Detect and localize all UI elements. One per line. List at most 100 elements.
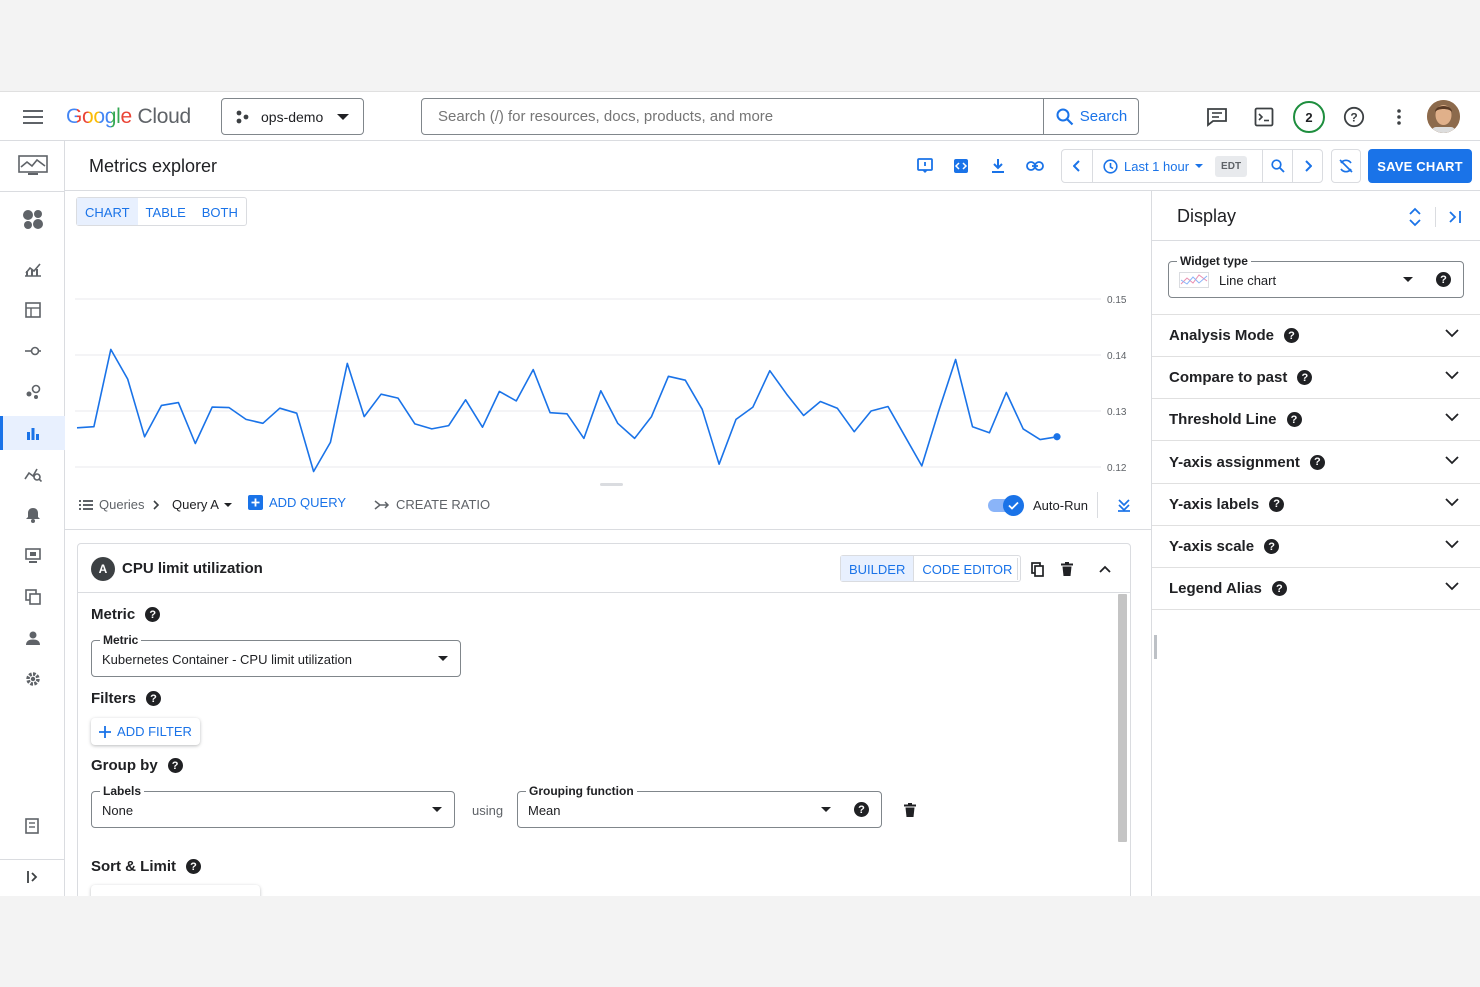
queries-breadcrumb[interactable]: Queries: [79, 497, 145, 512]
help-icon[interactable]: ?: [1269, 496, 1285, 512]
avatar[interactable]: [1427, 100, 1460, 133]
display-option-row[interactable]: Analysis Mode?: [1152, 315, 1480, 357]
project-selector[interactable]: ops-demo: [221, 98, 364, 135]
display-option-row[interactable]: Compare to past?: [1152, 357, 1480, 400]
explain-icon[interactable]: [913, 153, 937, 179]
chevron-down-icon: [337, 114, 349, 120]
settings-gear-icon[interactable]: [0, 662, 65, 696]
card-scrollbar[interactable]: [1118, 594, 1127, 842]
integrations-icon[interactable]: [0, 334, 65, 368]
dashboards-icon[interactable]: [0, 252, 65, 286]
copy-icon[interactable]: [1026, 558, 1048, 580]
chevron-right-icon[interactable]: [1292, 150, 1323, 182]
query-selector[interactable]: Query A: [172, 497, 232, 512]
add-box-icon: [248, 495, 263, 510]
help-icon[interactable]: ?: [1436, 272, 1451, 287]
sidebar-item-metrics-explorer[interactable]: [0, 416, 65, 450]
collapse-queries-icon[interactable]: [1114, 494, 1134, 516]
chevron-down-icon: [1445, 455, 1459, 464]
series-last-point: [1053, 433, 1061, 441]
grouping-field-label: Grouping function: [526, 784, 637, 798]
release-notes-icon[interactable]: [0, 809, 65, 843]
delete-groupby-icon[interactable]: [900, 800, 920, 820]
overview-icon[interactable]: [0, 202, 65, 236]
help-icon[interactable]: ?: [1341, 104, 1367, 130]
feedback-icon[interactable]: [1204, 104, 1230, 130]
help-icon[interactable]: ?: [1284, 328, 1300, 343]
panel-resize-handle[interactable]: [1154, 635, 1157, 659]
display-option-label: Y-axis scale: [1169, 538, 1255, 555]
add-query-button[interactable]: ADD QUERY: [248, 495, 346, 510]
trace-icon[interactable]: [0, 457, 65, 491]
groupby-section: Group by ?: [91, 757, 183, 774]
query-letter: A: [98, 562, 108, 576]
line-chart: 0.150.140.130.120.11UTC-49:10 AM9:15 AM9…: [75, 295, 1127, 474]
time-range-selector[interactable]: Last 1 hour EDT: [1093, 150, 1262, 182]
help-icon[interactable]: ?: [1297, 370, 1313, 386]
monitoring-logo-icon[interactable]: [0, 147, 65, 185]
collapse-panel-icon[interactable]: [1444, 205, 1466, 229]
help-icon[interactable]: ?: [167, 758, 183, 773]
search-input[interactable]: [422, 99, 1042, 134]
widget-type-select[interactable]: Widget type Line chart ?: [1168, 254, 1464, 298]
display-option-row[interactable]: Y-axis scale?: [1152, 526, 1480, 568]
display-option-row[interactable]: Legend Alias?: [1152, 568, 1480, 611]
chevron-up-icon[interactable]: [1094, 558, 1116, 580]
builder-tab[interactable]: BUILDER: [841, 556, 914, 581]
help-icon[interactable]: ?: [1264, 539, 1280, 554]
help-icon[interactable]: ?: [854, 802, 869, 817]
y-tick-label: 0.13: [1107, 407, 1127, 418]
download-icon[interactable]: [986, 153, 1010, 179]
groupby-section-title: Group by: [91, 757, 158, 774]
delete-icon[interactable]: [1056, 558, 1078, 580]
unfold-icon[interactable]: [1404, 205, 1426, 229]
search-button[interactable]: Search: [1043, 99, 1139, 134]
google-cloud-logo[interactable]: Google Cloud: [66, 105, 191, 129]
help-icon[interactable]: ?: [1309, 454, 1325, 470]
code-editor-tab[interactable]: CODE EDITOR: [913, 556, 1020, 581]
save-chart-button[interactable]: SAVE CHART: [1368, 149, 1472, 183]
auto-run-toggle[interactable]: [987, 493, 1027, 517]
help-icon[interactable]: ?: [186, 859, 201, 874]
add-sort-button[interactable]: [91, 885, 260, 896]
uptime-icon[interactable]: [0, 539, 65, 573]
menu-icon[interactable]: [20, 105, 46, 129]
help-icon[interactable]: ?: [1271, 581, 1287, 597]
help-icon[interactable]: ?: [146, 691, 162, 706]
search-box[interactable]: Search: [421, 98, 1139, 135]
link-icon[interactable]: [1023, 153, 1047, 179]
labels-select[interactable]: Labels None: [91, 784, 455, 828]
chevron-left-icon[interactable]: [1062, 150, 1093, 182]
metric-field-label: Metric: [100, 633, 142, 647]
help-icon[interactable]: ?: [145, 607, 161, 622]
display-option-row[interactable]: Threshold Line?: [1152, 399, 1480, 442]
more-vert-icon[interactable]: [1389, 104, 1409, 130]
alerting-bell-icon[interactable]: [0, 498, 65, 532]
zoom-icon[interactable]: [1262, 150, 1292, 182]
grouping-function-select[interactable]: Grouping function Mean ?: [517, 784, 882, 828]
chevron-down-icon: [1445, 498, 1459, 507]
sort-limit-section: Sort & Limit ?: [91, 858, 201, 875]
slo-icon[interactable]: [0, 375, 65, 409]
metric-select[interactable]: Metric Kubernetes Container - CPU limit …: [91, 633, 461, 677]
code-view-icon[interactable]: [949, 153, 973, 179]
chevron-down-icon: [1445, 371, 1459, 380]
query-card-header: A CPU limit utilization BUILDER CODE EDI…: [78, 544, 1130, 593]
groups-icon[interactable]: [0, 580, 65, 614]
display-option-label: Legend Alias: [1169, 580, 1262, 598]
display-option-row[interactable]: Y-axis labels?: [1152, 484, 1480, 526]
display-panel-title: Display: [1177, 206, 1237, 226]
auto-refresh-off-icon[interactable]: [1331, 149, 1361, 183]
expand-sidebar-icon[interactable]: [0, 860, 65, 894]
create-ratio-button[interactable]: CREATE RATIO: [374, 497, 490, 512]
query-name: Query A: [172, 497, 219, 512]
y-tick-label: 0.12: [1107, 463, 1127, 474]
services-icon[interactable]: [0, 293, 65, 327]
help-icon[interactable]: ?: [1286, 412, 1302, 428]
cloud-shell-icon[interactable]: [1251, 104, 1277, 130]
notifications-badge[interactable]: 2: [1293, 101, 1325, 133]
breadcrumb-chevron-icon: [153, 500, 160, 510]
add-filter-button[interactable]: ADD FILTER: [91, 718, 200, 745]
person-icon[interactable]: [0, 621, 65, 655]
display-option-row[interactable]: Y-axis assignment?: [1152, 442, 1480, 484]
